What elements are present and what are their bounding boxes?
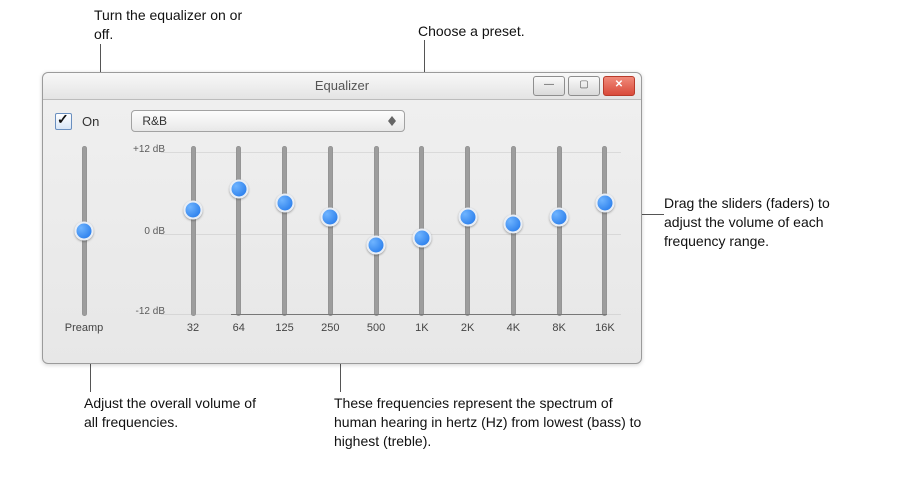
callout-onoff: Turn the equalizer on or off. [94,6,264,44]
band-thumb-4K[interactable] [504,214,523,233]
band-slider-4K[interactable] [511,146,516,316]
band-freq-label: 8K [541,322,577,334]
window-titlebar[interactable]: Equalizer — ▢ ✕ [43,73,641,100]
chevron-updown-icon [384,111,400,131]
band-thumb-32[interactable] [184,200,203,219]
window-maximize-button[interactable]: ▢ [568,76,600,96]
band-thumb-250[interactable] [321,207,340,226]
preamp-label: Preamp [55,322,113,334]
band-thumb-16K[interactable] [595,193,614,212]
band-thumb-8K[interactable] [550,207,569,226]
window-close-button[interactable]: ✕ [603,76,635,96]
band-slider-8K[interactable] [557,146,562,316]
band-thumb-1K[interactable] [412,229,431,248]
band-column-1K: 1K [404,138,440,334]
band-column-64: 64 [221,138,257,334]
eq-controls-row: On R&B [43,100,641,138]
band-freq-label: 500 [358,322,394,334]
callout-preamp: Adjust the overall volume of all frequen… [84,394,264,432]
window-minimize-button[interactable]: — [533,76,565,96]
equalizer-window: Equalizer — ▢ ✕ On R&B Preamp [42,72,642,364]
preamp-thumb[interactable] [75,222,94,241]
db-label-m12: -12 dB [115,306,165,317]
band-sliders: 32 64 125 250 500 1K 2K 4K 8K 16K [169,138,629,334]
band-freq-label: 1K [404,322,440,334]
band-column-4K: 4K [495,138,531,334]
eq-on-checkbox[interactable] [55,113,72,130]
band-freq-label: 32 [175,322,211,334]
band-thumb-64[interactable] [229,179,248,198]
band-slider-32[interactable] [191,146,196,316]
band-freq-label: 2K [450,322,486,334]
preset-selected-label: R&B [142,114,167,128]
band-freq-label: 16K [587,322,623,334]
band-thumb-125[interactable] [275,193,294,212]
band-column-500: 500 [358,138,394,334]
db-label-p12: +12 dB [115,144,165,155]
band-slider-125[interactable] [282,146,287,316]
band-column-16K: 16K [587,138,623,334]
band-thumb-2K[interactable] [458,207,477,226]
band-column-8K: 8K [541,138,577,334]
callout-sliders: Drag the sliders (faders) to adjust the … [664,194,864,251]
band-column-32: 32 [175,138,211,334]
band-freq-label: 125 [267,322,303,334]
callout-freqs: These frequencies represent the spectrum… [334,394,654,451]
db-label-column: +12 dB 0 dB -12 dB [113,138,169,328]
band-column-250: 250 [312,138,348,334]
band-freq-label: 64 [221,322,257,334]
band-column-2K: 2K [450,138,486,334]
db-label-0: 0 dB [115,226,165,237]
band-slider-16K[interactable] [602,146,607,316]
band-column-125: 125 [267,138,303,334]
band-slider-250[interactable] [328,146,333,316]
callout-preset: Choose a preset. [418,22,588,41]
freq-underline [231,314,607,315]
eq-on-label: On [82,114,99,129]
band-slider-1K[interactable] [419,146,424,316]
band-thumb-500[interactable] [367,236,386,255]
eq-area: Preamp +12 dB 0 dB -12 dB 32 64 125 250 500 1… [43,138,641,342]
window-title: Equalizer [315,78,369,93]
preamp-column: Preamp [55,138,113,334]
band-slider-2K[interactable] [465,146,470,316]
preset-select[interactable]: R&B [131,110,405,132]
band-freq-label: 4K [495,322,531,334]
band-slider-64[interactable] [236,146,241,316]
preamp-slider[interactable] [82,146,87,316]
band-slider-500[interactable] [374,146,379,316]
band-freq-label: 250 [312,322,348,334]
